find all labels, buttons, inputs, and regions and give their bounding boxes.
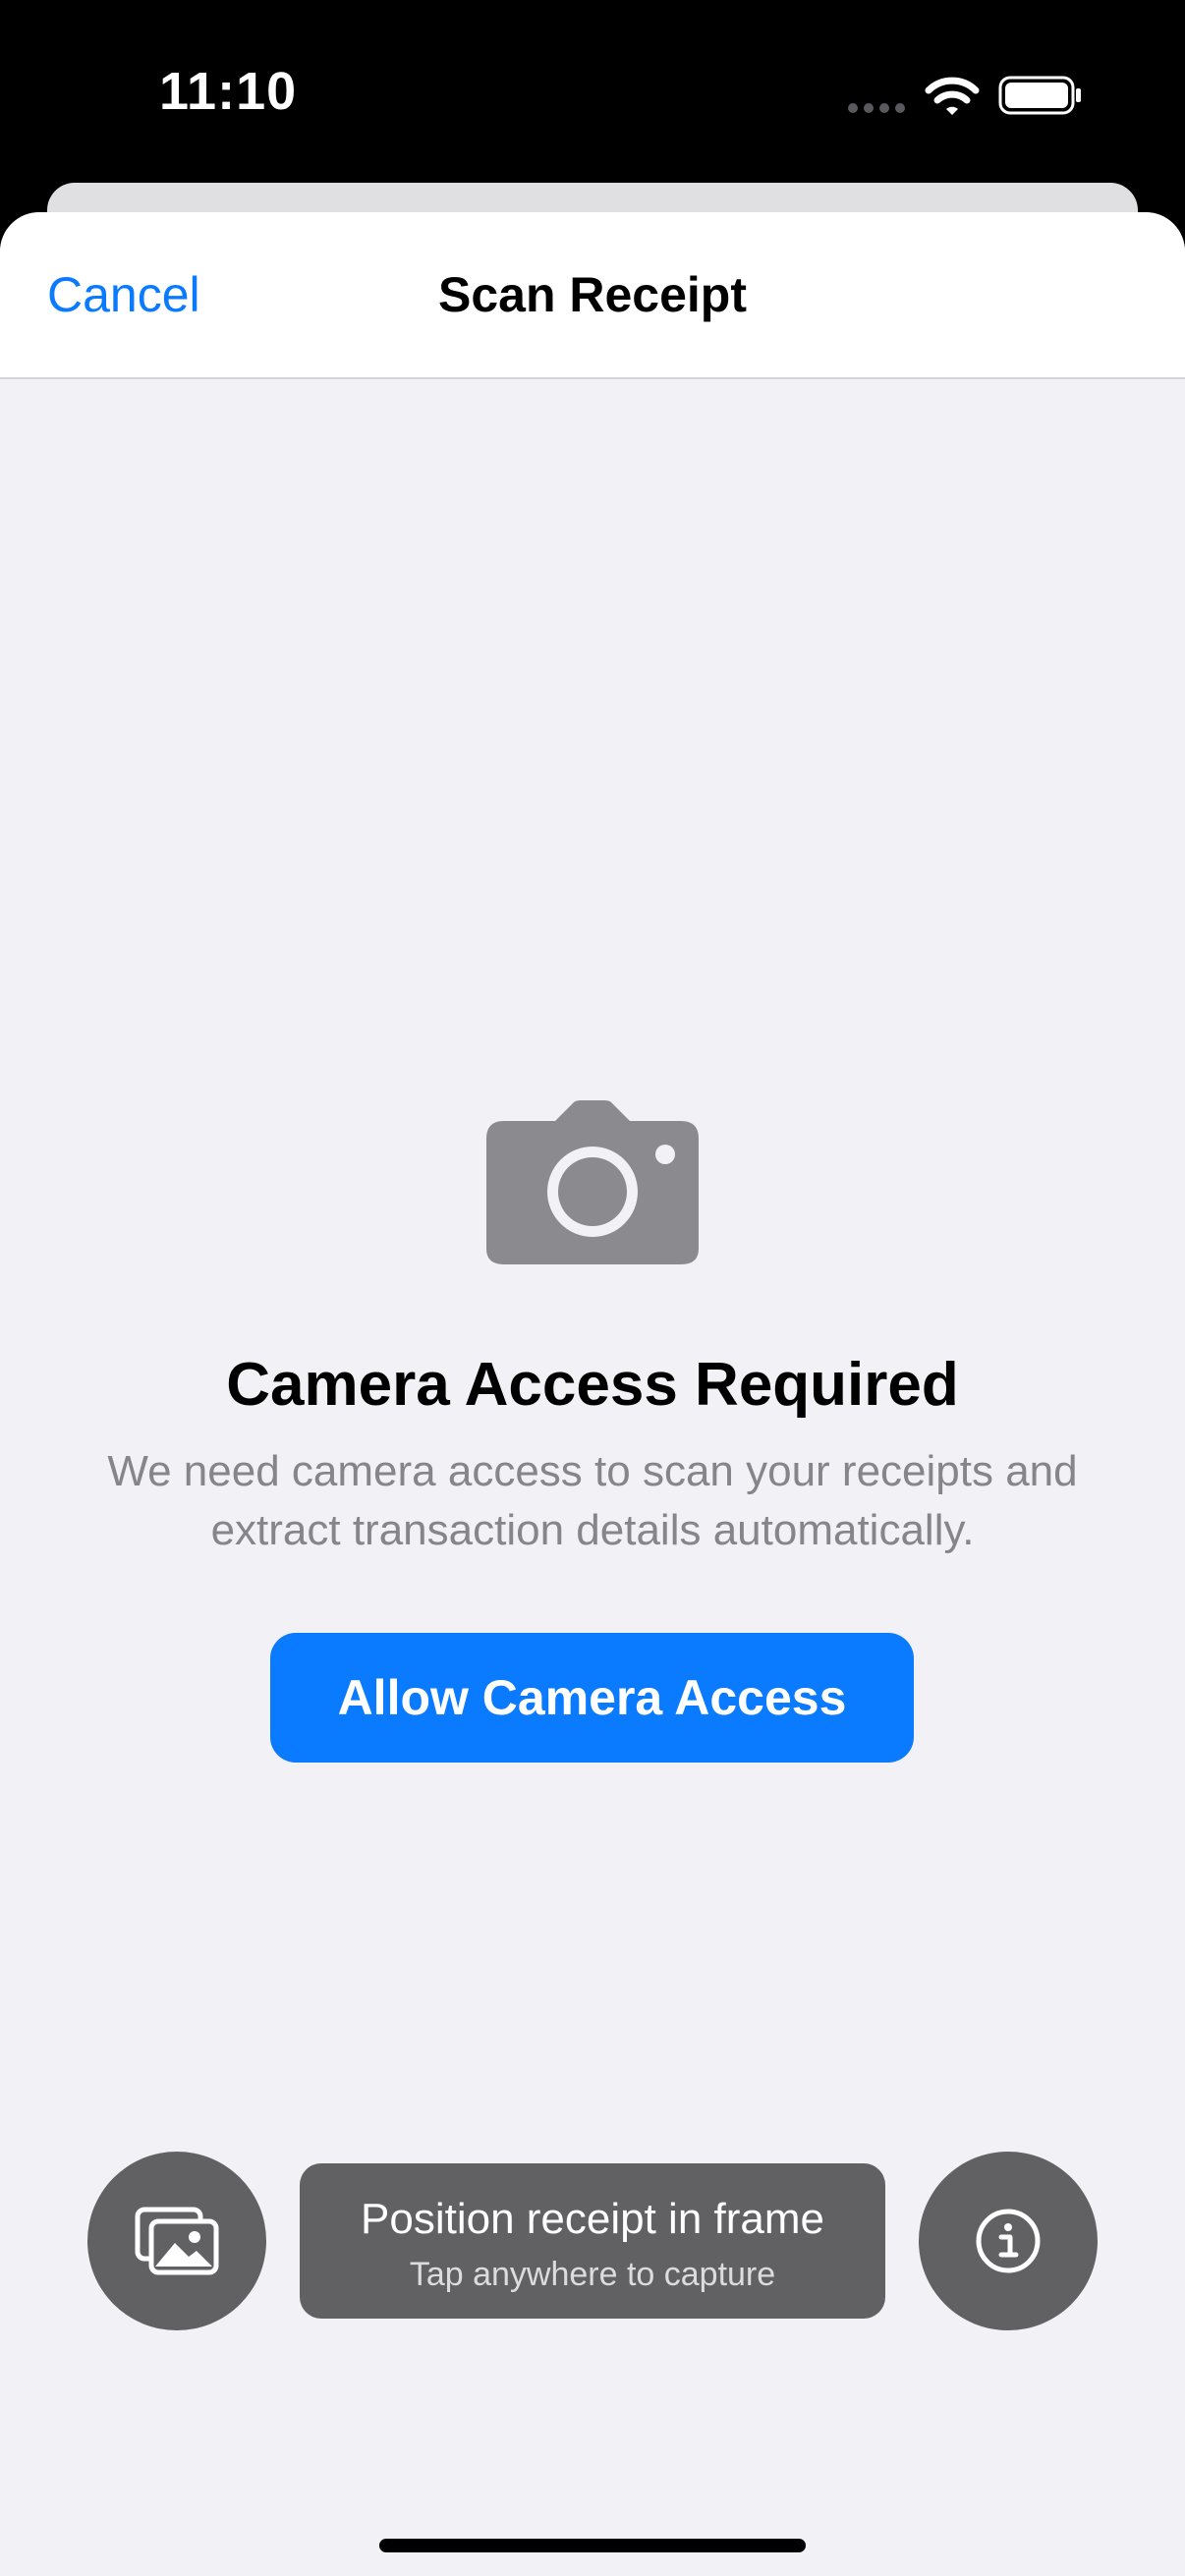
photo-library-button[interactable] xyxy=(87,2152,266,2330)
info-button[interactable] xyxy=(919,2152,1098,2330)
wifi-icon xyxy=(925,77,980,115)
status-bar: 11:10 xyxy=(0,0,1185,187)
hint-title: Position receipt in frame xyxy=(361,2195,824,2243)
allow-camera-access-button[interactable]: Allow Camera Access xyxy=(270,1633,914,1763)
photo-library-icon xyxy=(135,2207,219,2275)
page-title: Scan Receipt xyxy=(437,267,747,322)
hint-subtitle: Tap anywhere to capture xyxy=(409,2256,776,2293)
battery-icon xyxy=(998,76,1081,115)
permission-headline: Camera Access Required xyxy=(226,1351,959,1419)
status-time: 11:10 xyxy=(159,62,298,121)
capture-hint: Position receipt in frame Tap anywhere t… xyxy=(300,2163,885,2319)
cellular-signal-icon xyxy=(848,103,905,113)
permission-description: We need camera access to scan your recei… xyxy=(107,1447,1078,1554)
scan-receipt-sheet: Cancel Scan Receipt Camera Access Requir… xyxy=(0,212,1185,2576)
navigation-bar: Cancel Scan Receipt xyxy=(0,212,1185,379)
camera-icon xyxy=(486,1100,699,1264)
home-indicator[interactable] xyxy=(379,2539,806,2552)
info-icon xyxy=(976,2209,1041,2273)
